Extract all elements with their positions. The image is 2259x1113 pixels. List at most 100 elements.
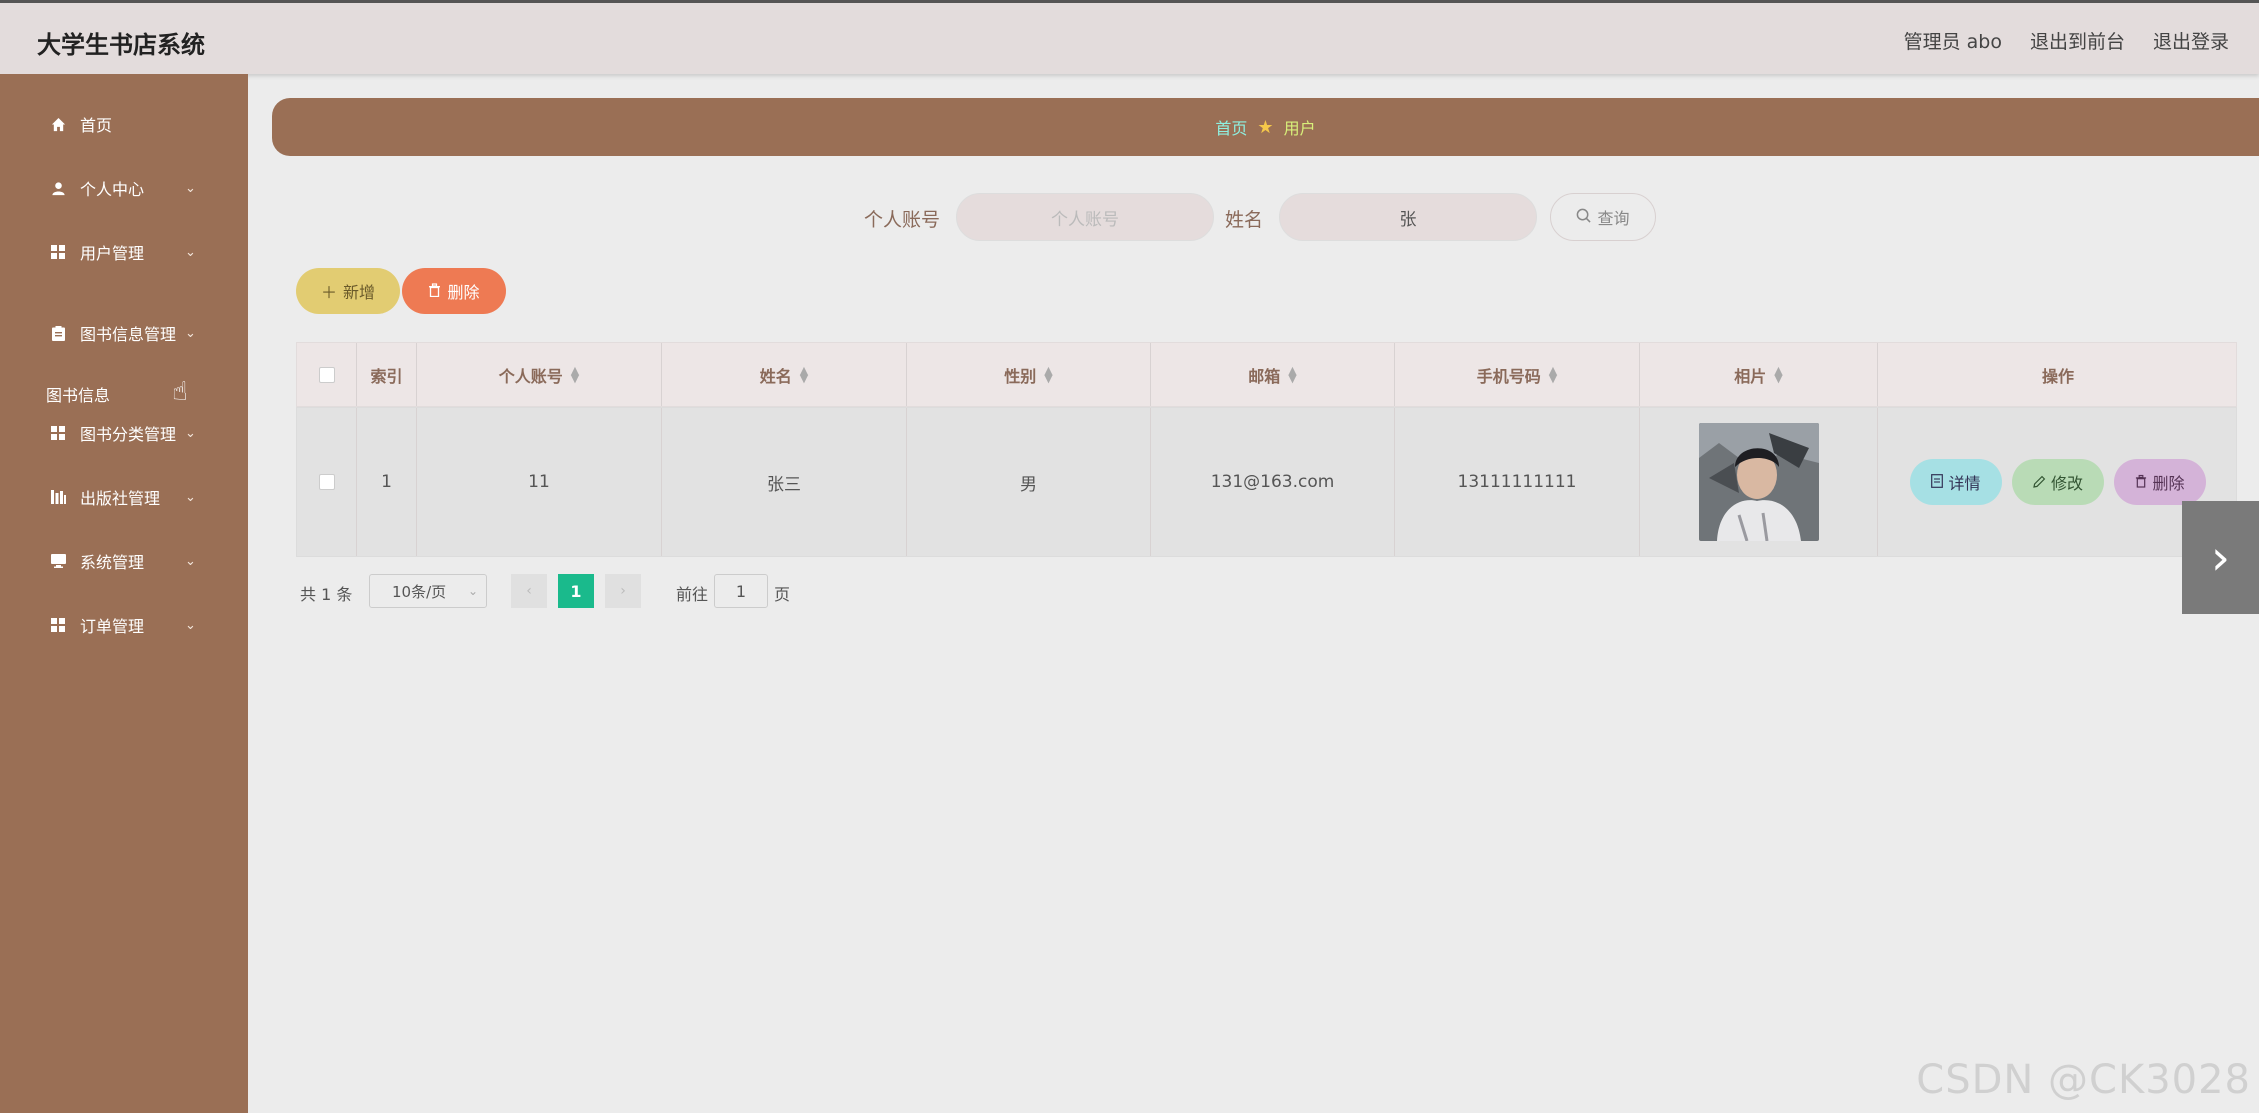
bars-icon [50,489,66,505]
document-icon [1931,473,1944,492]
sidebar-item-publisher-management[interactable]: 出版社管理 ⌄ [0,477,248,517]
grid-icon [50,425,66,441]
name-label: 姓名 [1225,209,1264,231]
sidebar-item-book-info-management[interactable]: 图书信息管理 ⌄ [0,313,248,353]
grid-icon [50,244,66,260]
clipboard-icon [50,325,66,341]
star-icon: ★ [1257,116,1274,138]
page-size-select[interactable]: 10条/页 ⌄ [369,574,487,608]
edit-icon [2033,473,2046,492]
column-header-email[interactable]: 邮箱 ▲ ▼ [1151,343,1395,406]
sort-icon: ▲ ▼ [1044,363,1053,385]
grid-icon [50,617,66,633]
sort-icon: ▲ ▼ [1774,363,1783,385]
page-unit-label: 页 [774,585,791,604]
search-icon [1576,208,1592,227]
add-button-label: 新增 [343,283,376,302]
breadcrumb: 首页 ★ 用户 [272,98,2259,156]
goto-page-input[interactable]: 1 [714,574,768,608]
exit-to-front-link[interactable]: 退出到前台 [2030,27,2125,54]
top-bar: 大学生书店系统 管理员 abo 退出到前台 退出登录 [0,0,2259,74]
chevron-down-icon: ⌄ [467,584,478,598]
trash-icon [2135,473,2147,492]
column-header-phone[interactable]: 手机号码 ▲ ▼ [1395,343,1640,406]
app-title: 大学生书店系统 [37,31,205,59]
edit-button[interactable]: 修改 [2012,459,2104,505]
row-delete-button[interactable]: 删除 [2114,459,2206,505]
row-delete-button-label: 删除 [2152,474,2185,493]
goto-label: 前往 [676,585,709,604]
cell-account: 11 [417,408,662,556]
sidebar-item-book-category-management[interactable]: 图书分类管理 ⌄ [0,413,248,453]
search-row: 个人账号 个人账号 姓名 张 查询 [0,193,2259,241]
detail-button[interactable]: 详情 [1910,459,2002,505]
detail-button-label: 详情 [1948,474,1981,493]
sidebar-subitem-book-info[interactable]: 图书信息 [46,382,110,406]
query-button-label: 查询 [1597,209,1630,228]
slide-next-button[interactable]: › [2182,501,2259,614]
account-label: 个人账号 [864,209,941,231]
breadcrumb-current: 用户 [1283,119,1316,138]
batch-delete-button[interactable]: 删除 [402,268,506,314]
edit-button-label: 修改 [2050,474,2083,493]
prev-page-button[interactable]: ‹ [511,574,547,608]
sidebar-item-system-management[interactable]: 系统管理 ⌄ [0,541,248,581]
sort-icon: ▲ ▼ [799,363,809,385]
breadcrumb-home[interactable]: 首页 [1215,115,1247,139]
sidebar-item-label: 系统管理 [80,553,145,572]
sort-icon: ▲ ▼ [570,363,580,385]
chevron-right-icon: › [2210,529,2231,586]
chevron-left-icon: ‹ [526,583,532,599]
select-all-checkbox[interactable] [318,366,335,383]
user-photo[interactable] [1698,423,1819,541]
logout-link[interactable]: 退出登录 [2153,27,2229,54]
column-header-index: 索引 [357,343,417,406]
sidebar-item-home[interactable]: 首页 [0,104,248,144]
chevron-down-icon: ⌄ [185,553,196,569]
column-header-gender[interactable]: 性别 ▲ ▼ [907,343,1151,406]
chevron-down-icon: ⌄ [185,489,196,505]
table-row: 1 11 张三 男 131@163.com 13111111111 详情 修改 … [296,407,2237,557]
row-select-cell [297,408,357,556]
cell-gender: 男 [907,408,1151,556]
sidebar-item-label: 订单管理 [80,617,145,636]
cell-index: 1 [357,408,417,556]
mouse-pointer-icon: ☝ [172,377,188,407]
column-header-actions: 操作 [2041,366,2074,386]
cell-name: 张三 [662,408,907,556]
sidebar-item-label: 出版社管理 [80,489,161,508]
sidebar-item-label: 用户管理 [80,244,145,263]
cell-email: 131@163.com [1151,408,1395,556]
watermark: CSDN @CK3028 [1916,1057,2251,1103]
sort-icon: ▲ ▼ [1548,363,1558,385]
chevron-down-icon: ⌄ [185,425,196,441]
total-count: 共 1 条 [300,585,353,604]
header-links: 管理员 abo 退出到前台 退出登录 [1904,27,2229,54]
plus-icon: ＋ [320,283,337,302]
home-icon [50,116,66,132]
sidebar-item-label: 首页 [80,116,113,135]
page-size-value: 10条/页 [392,582,447,601]
next-page-button[interactable]: › [605,574,641,608]
sidebar-item-order-management[interactable]: 订单管理 ⌄ [0,605,248,645]
table-header: 索引 个人账号 ▲ ▼ 姓名 ▲ ▼ 性别 ▲ ▼ 邮箱 ▲ ▼ 手机号码 ▲ ▼ 相片 ▲ ▼ 操作 [296,342,2237,407]
chevron-right-icon: › [620,583,626,599]
page-number-current[interactable]: 1 [558,574,594,608]
column-header-photo[interactable]: 相片 ▲ ▼ [1640,343,1878,406]
chevron-down-icon: ⌄ [185,617,196,633]
add-button[interactable]: ＋ 新增 [296,268,400,314]
monitor-icon [50,553,66,569]
column-header-account[interactable]: 个人账号 ▲ ▼ [417,343,662,406]
query-button[interactable]: 查询 [1550,193,1656,241]
row-checkbox[interactable] [318,474,335,490]
column-header-name[interactable]: 姓名 ▲ ▼ [662,343,907,406]
admin-user[interactable]: 管理员 abo [1904,27,2002,54]
chevron-down-icon: ⌄ [185,325,196,341]
sort-icon: ▲ ▼ [1288,363,1297,385]
select-all-cell [297,343,357,406]
cell-phone: 13111111111 [1395,408,1640,556]
pagination: 共 1 条 10条/页 ⌄ ‹ 1 › 前往 1 页 [300,574,900,608]
chevron-down-icon: ⌄ [185,244,196,260]
name-search-input[interactable]: 张 [1279,193,1537,241]
account-search-input[interactable]: 个人账号 [956,193,1214,241]
